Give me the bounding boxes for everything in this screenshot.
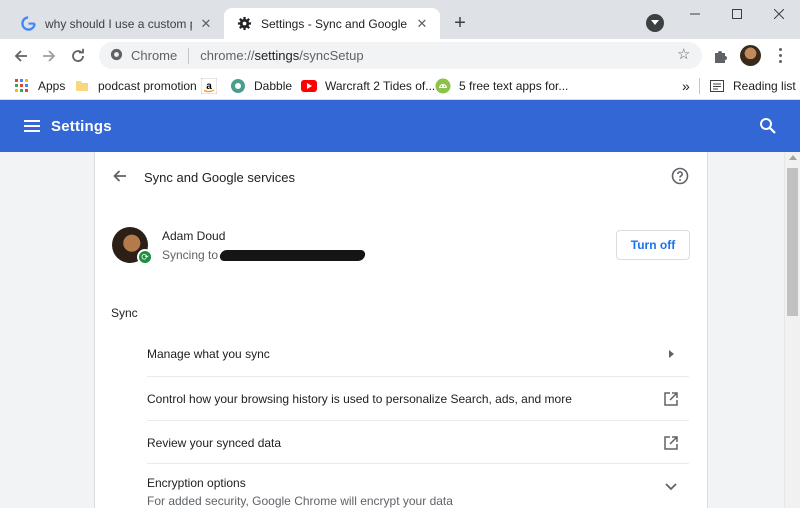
bookmark-star-icon[interactable]: ☆ [677, 47, 693, 63]
dabble-icon [230, 78, 246, 94]
sync-icon: ⟳ [137, 249, 153, 265]
help-question-icon[interactable] [671, 167, 689, 185]
reload-icon[interactable] [65, 43, 91, 69]
settings-header: Settings [0, 100, 800, 152]
encryption-options-row[interactable]: Encryption options For added security, G… [147, 463, 689, 508]
external-link-icon [662, 390, 680, 408]
bookmarks-divider [699, 78, 700, 94]
forward-arrow-icon[interactable] [36, 43, 62, 69]
browsing-history-personalization-row[interactable]: Control how your browsing history is use… [147, 376, 689, 420]
encryption-options-label: Encryption options [147, 476, 246, 490]
svg-text:a: a [206, 81, 212, 92]
tab-search-chevron-icon[interactable] [646, 14, 664, 32]
settings-title: Settings [51, 118, 112, 135]
sync-settings-card: Sync and Google services ⟳ Adam Doud Syn… [94, 152, 708, 508]
kebab-menu-icon[interactable] [770, 45, 790, 65]
tab-settings[interactable]: Settings - Sync and Google servic ✕ [224, 8, 440, 39]
reading-list-icon [709, 78, 725, 94]
page-scrollbar[interactable] [784, 152, 800, 508]
new-tab-button[interactable]: + [448, 11, 472, 35]
page-title: Sync and Google services [144, 170, 296, 185]
back-arrow-icon[interactable] [8, 43, 34, 69]
encryption-options-sublabel: For added security, Google Chrome will e… [147, 494, 453, 508]
sync-section-label: Sync [111, 306, 138, 320]
close-icon[interactable]: ✕ [198, 16, 214, 32]
browser-toolbar: Chrome chrome://settings/syncSetup ☆ [0, 39, 800, 72]
tab-title: why should I use a custom passp [45, 16, 192, 31]
bookmark-free-text-apps[interactable]: 5 free text apps for... [435, 77, 568, 95]
address-bar[interactable]: Chrome chrome://settings/syncSetup ☆ [99, 42, 702, 69]
settings-gear-icon [236, 16, 252, 32]
bookmark-podcast-promotion[interactable]: podcast promotion [74, 77, 197, 95]
search-icon[interactable] [759, 117, 777, 135]
tab-strip: why should I use a custom passp ✕ Settin… [0, 0, 800, 39]
hamburger-menu-icon[interactable] [24, 120, 40, 132]
youtube-icon [301, 78, 317, 94]
scrollbar-thumb[interactable] [787, 168, 798, 316]
account-sync-status: Syncing to [162, 248, 367, 262]
redacted-email [218, 249, 367, 261]
chrome-logo-icon [110, 48, 123, 64]
settings-content: Sync and Google services ⟳ Adam Doud Syn… [0, 152, 784, 508]
scroll-up-arrow-icon[interactable] [789, 155, 797, 160]
turn-off-sync-button[interactable]: Turn off [616, 230, 690, 260]
external-link-icon [662, 434, 680, 452]
amazon-icon: a [201, 78, 217, 94]
maximize-icon[interactable] [716, 0, 758, 28]
bookmarks-bar: Apps podcast promotion a Dabble Warcraft… [0, 72, 800, 100]
url-text: chrome://settings/syncSetup [200, 48, 364, 63]
tab-search-result[interactable]: why should I use a custom passp ✕ [8, 8, 224, 39]
apps-grid-icon [14, 78, 30, 94]
google-g-icon [20, 16, 36, 32]
android-icon [435, 78, 451, 94]
minimize-icon[interactable] [674, 0, 716, 28]
bookmark-warcraft[interactable]: Warcraft 2 Tides of... [301, 77, 435, 95]
review-synced-data-row[interactable]: Review your synced data [147, 420, 689, 464]
account-name: Adam Doud [162, 229, 226, 243]
tab-title: Settings - Sync and Google servic [261, 16, 408, 31]
omnibox-chip: Chrome [131, 47, 190, 64]
bookmarks-overflow-chevron[interactable]: » [682, 77, 690, 95]
bookmark-amazon[interactable]: a [201, 77, 225, 95]
bookmark-apps[interactable]: Apps [14, 77, 65, 95]
back-arrow-icon[interactable] [111, 167, 129, 185]
profile-avatar[interactable] [740, 45, 761, 66]
extensions-puzzle-icon[interactable] [712, 47, 730, 65]
close-icon[interactable]: ✕ [414, 16, 430, 32]
arrow-right-icon [662, 345, 680, 363]
bookmark-dabble[interactable]: Dabble [230, 77, 292, 95]
folder-icon [74, 78, 90, 94]
reading-list-button[interactable]: Reading list [709, 77, 796, 95]
chevron-down-icon [662, 478, 680, 496]
window-close-icon[interactable] [758, 0, 800, 28]
manage-what-you-sync-row[interactable]: Manage what you sync [147, 332, 689, 376]
